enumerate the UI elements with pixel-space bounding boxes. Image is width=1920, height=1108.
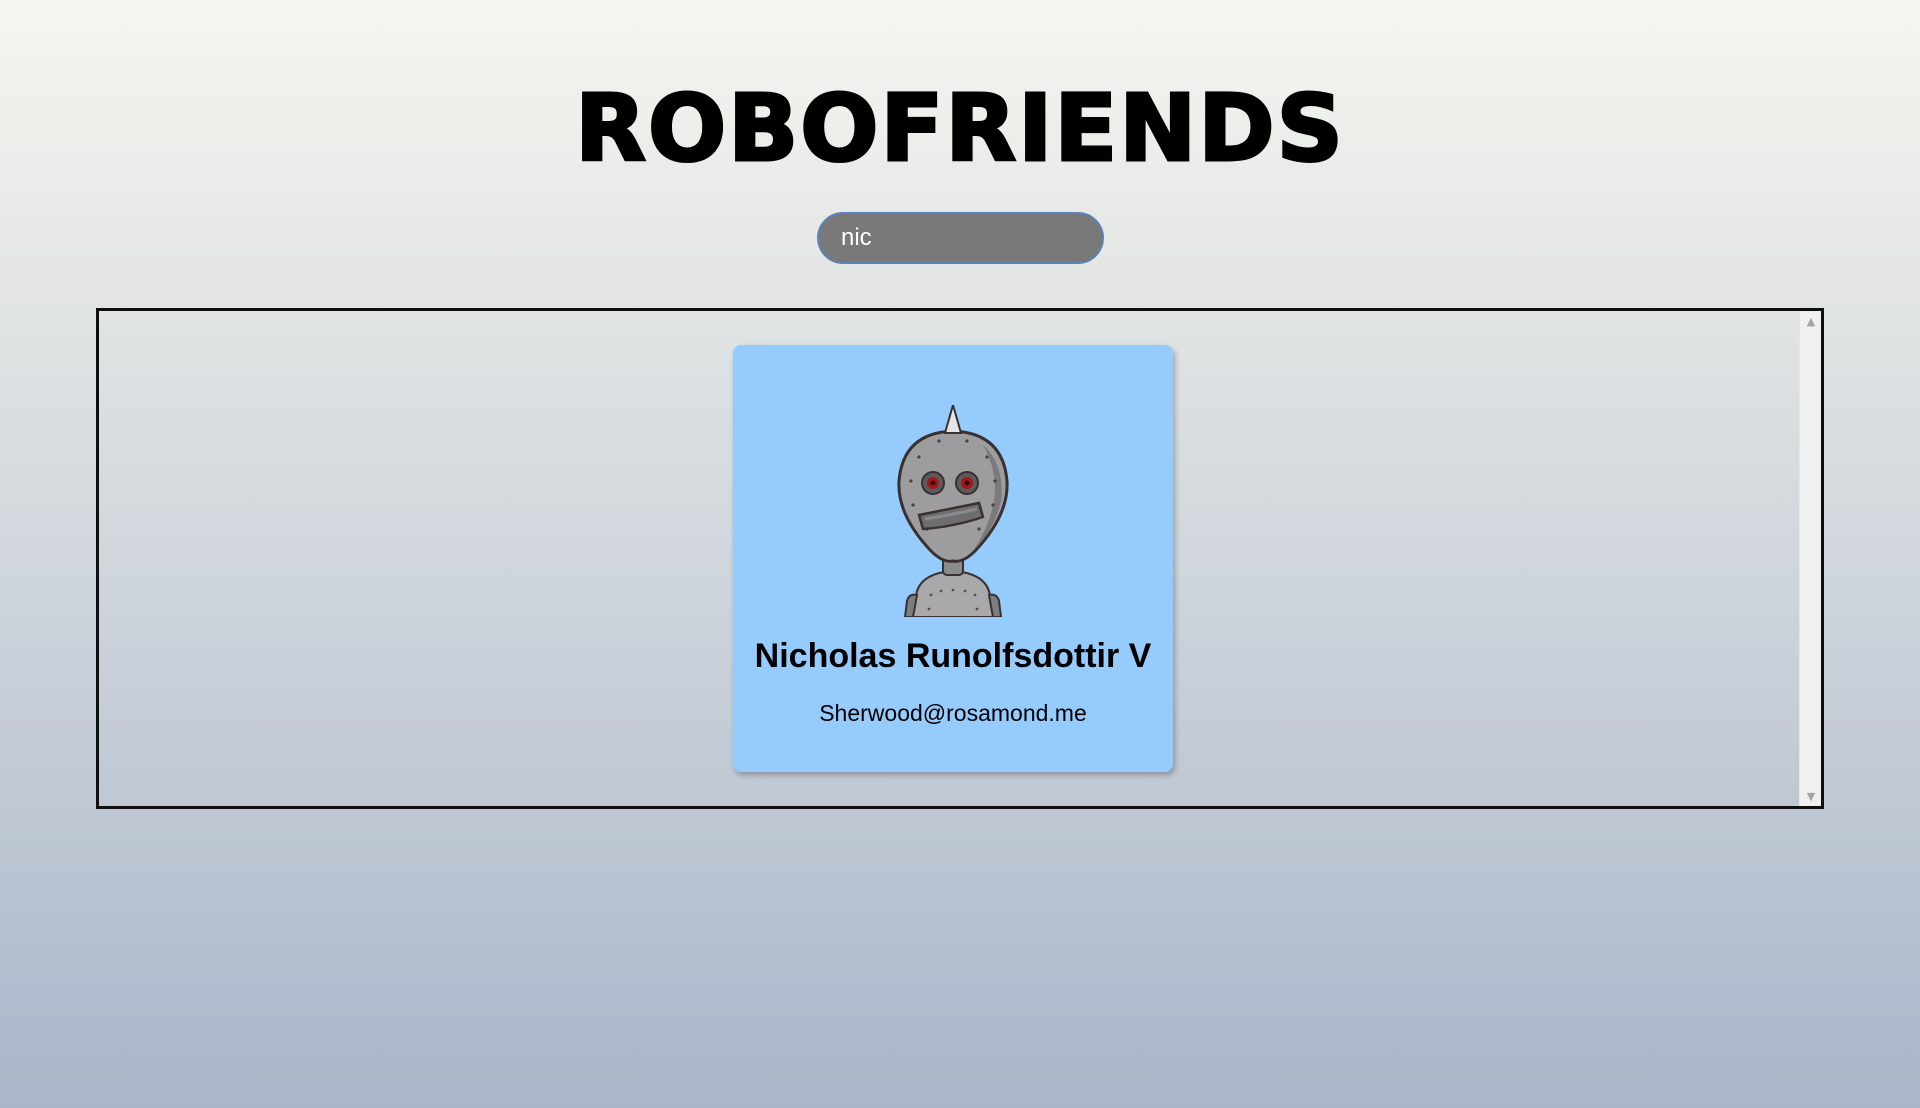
robot-name: Nicholas Runolfsdottir V bbox=[754, 637, 1152, 675]
robot-email: Sherwood@rosamond.me bbox=[819, 700, 1087, 726]
app-title: ROBOFRIENDS bbox=[574, 73, 1345, 183]
title-container: ROBOFRIENDS bbox=[0, 73, 1920, 183]
card-list: Nicholas Runolfsdottir V Sherwood@rosamo… bbox=[99, 311, 1799, 806]
scroll-down-arrow-icon[interactable]: ▼ bbox=[1800, 788, 1821, 804]
scroll-up-arrow-icon[interactable]: ▲ bbox=[1800, 313, 1821, 329]
robot-card[interactable]: Nicholas Runolfsdottir V Sherwood@rosamo… bbox=[733, 345, 1173, 772]
vertical-scrollbar[interactable]: ▲ ▼ bbox=[1799, 311, 1821, 806]
search-box bbox=[817, 212, 1104, 264]
scroll-container[interactable]: Nicholas Runolfsdottir V Sherwood@rosamo… bbox=[96, 308, 1824, 809]
robot-avatar-image bbox=[897, 405, 1009, 617]
search-input[interactable] bbox=[817, 212, 1104, 264]
